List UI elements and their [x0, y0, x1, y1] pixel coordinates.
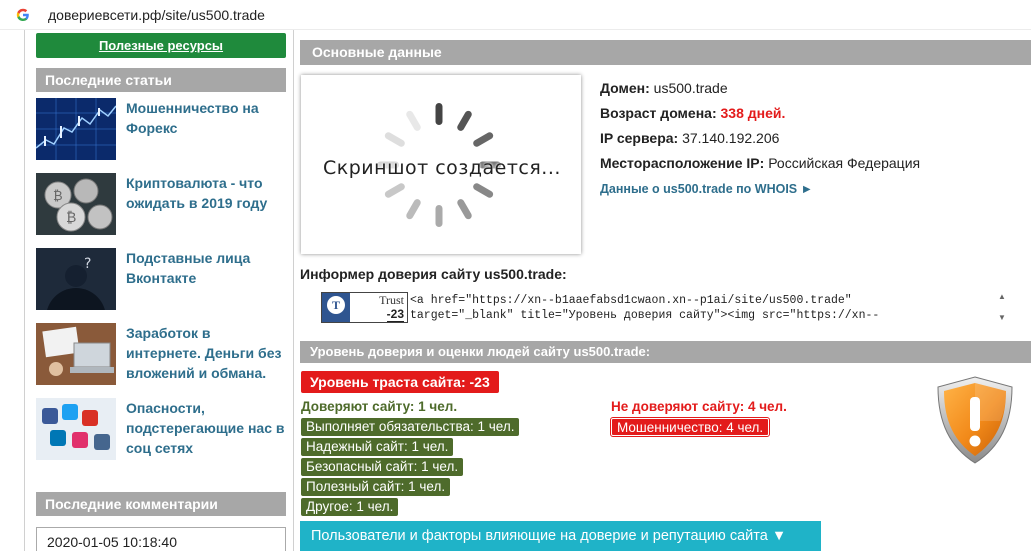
distrust-tag: Мошенничество: 4 чел. — [609, 417, 771, 437]
hooded-figure-thumbnail[interactable]: ? — [36, 248, 116, 310]
svg-text:₿: ₿ — [53, 189, 63, 204]
article-title[interactable]: Опасности, подстерегающие нас в соц сетя… — [126, 398, 286, 473]
distrust-count-title: Не доверяют сайту: 4 чел. — [611, 399, 787, 414]
trust-tag: Другое: 1 чел. — [301, 498, 399, 516]
scroll-down-icon[interactable]: ▼ — [998, 313, 1006, 322]
location-label: Месторасположение IP: — [600, 155, 765, 171]
article-title[interactable]: Заработок в интернете. Деньги без вложен… — [126, 323, 286, 398]
domain-label: Домен: — [600, 80, 650, 96]
address-bar[interactable]: довериевсети.рф/site/us500.trade — [0, 0, 1031, 30]
crypto-coins-thumbnail[interactable]: ₿ ₿ — [36, 173, 116, 235]
column-divider — [293, 30, 294, 551]
latest-articles-heading: Последние статьи — [36, 68, 286, 92]
laptop-work-thumbnail[interactable] — [36, 323, 116, 385]
page-border-left — [24, 30, 25, 551]
scroll-up-icon[interactable]: ▲ — [998, 292, 1006, 301]
article-item[interactable]: ₿ ₿ Криптовалюта - что ожидать в 2019 го… — [36, 173, 286, 248]
factors-toggle-button[interactable]: Пользователи и факторы влияющие на довер… — [300, 521, 821, 551]
domain-row: Домен: us500.trade — [600, 76, 920, 101]
domain-value: us500.trade — [653, 80, 728, 96]
forex-chart-thumbnail[interactable] — [36, 98, 116, 160]
comment-date[interactable]: 2020-01-05 10:18:40 — [36, 527, 286, 551]
trust-tag: Надежный сайт: 1 чел. — [301, 438, 454, 456]
domain-age-value: 338 дней. — [720, 105, 786, 121]
location-row: Месторасположение IP: Российская Федерац… — [600, 151, 920, 176]
article-item[interactable]: Заработок в интернете. Деньги без вложен… — [36, 323, 286, 398]
badge-score: -23 — [386, 307, 404, 322]
domain-age-label: Возраст домена: — [600, 105, 717, 121]
ip-row: IP сервера: 37.140.192.206 — [600, 126, 920, 151]
warning-shield-icon — [937, 376, 1013, 464]
trust-level-badge: Уровень траста сайта: -23 — [301, 371, 499, 393]
whois-link[interactable]: Данные о us500.trade по WHOIS ► — [600, 182, 813, 196]
trust-tag: Выполняет обязательства: 1 чел. — [301, 418, 520, 436]
useful-resources-button[interactable]: Полезные ресурсы — [36, 33, 286, 58]
trust-heading: Уровень доверия и оценки людей сайту us5… — [300, 341, 1031, 363]
trust-count-title: Доверяют сайту: 1 чел. — [301, 399, 458, 414]
domain-info: Домен: us500.trade Возраст домена: 338 д… — [600, 76, 920, 202]
article-title[interactable]: Криптовалюта - что ожидать в 2019 году — [126, 173, 286, 248]
article-title[interactable]: Подставные лица Вконтакте — [126, 248, 286, 323]
sidebar: Полезные ресурсы Последние статьи Мошенн… — [36, 33, 286, 473]
informer-title: Информер доверия сайту us500.trade: — [300, 266, 567, 282]
ip-value: 37.140.192.206 — [682, 130, 780, 146]
svg-text:₿: ₿ — [66, 210, 76, 226]
article-item[interactable]: Опасности, подстерегающие нас в соц сетя… — [36, 398, 286, 473]
trust-logo-icon: T — [322, 293, 350, 322]
articles-list: Мошенничество на Форекс ₿ ₿ Криптовалюта… — [36, 98, 286, 473]
site-screenshot: Скриншот создается... — [301, 75, 581, 254]
social-networks-thumbnail[interactable] — [36, 398, 116, 460]
article-item[interactable]: ? Подставные лица Вконтакте — [36, 248, 286, 323]
main-data-heading: Основные данные — [300, 40, 1031, 65]
latest-comments-heading: Последние комментарии — [36, 492, 286, 516]
screenshot-caption: Скриншот создается... — [323, 157, 561, 179]
whois-row: Данные о us500.trade по WHOIS ► — [600, 176, 920, 202]
trust-tag: Полезный сайт: 1 чел. — [301, 478, 451, 496]
google-g-icon — [16, 8, 30, 22]
domain-age-row: Возраст домена: 338 дней. — [600, 101, 920, 126]
code-scrollbar[interactable]: ▲ ▼ — [996, 292, 1008, 322]
address-text[interactable]: довериевсети.рф/site/us500.trade — [48, 7, 265, 23]
informer-code-textarea[interactable]: <a href="https://xn--b1aaefabsd1cwaon.xn… — [410, 293, 990, 323]
location-value: Российская Федерация — [768, 155, 921, 171]
ip-label: IP сервера: — [600, 130, 679, 146]
badge-trust-label: Trust — [379, 293, 404, 307]
svg-text:?: ? — [84, 256, 91, 272]
trust-informer-badge[interactable]: T Trust -23 — [321, 292, 408, 323]
article-title[interactable]: Мошенничество на Форекс — [126, 98, 286, 173]
trust-tag: Безопасный сайт: 1 чел. — [301, 458, 464, 476]
article-item[interactable]: Мошенничество на Форекс — [36, 98, 286, 173]
